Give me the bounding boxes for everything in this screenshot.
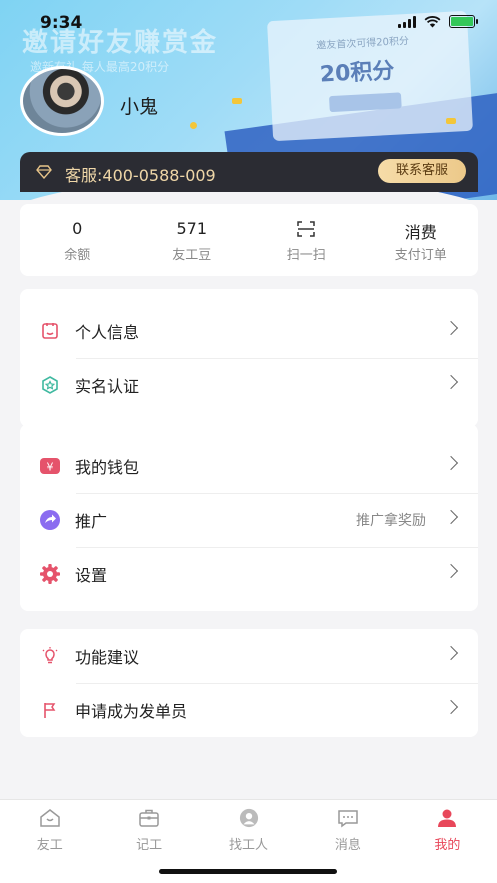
menu-group-account: 个人信息 实名认证: [20, 289, 478, 427]
chevron-right-icon: [443, 699, 459, 715]
chevron-right-icon: [443, 645, 459, 661]
tab-mine[interactable]: 我的: [398, 800, 497, 883]
confetti-decoration: [232, 98, 242, 104]
scan-icon: [297, 221, 315, 237]
verified-icon: [38, 373, 62, 397]
stat-balance[interactable]: 0 余额: [20, 204, 135, 276]
id-card-icon: [38, 319, 62, 343]
customer-service-bar: 客服:400-0588-009 联系客服: [20, 152, 478, 192]
signal-icon: [398, 15, 416, 28]
stat-label: 余额: [64, 248, 91, 263]
chevron-right-icon: [443, 455, 459, 471]
menu-item-real-name-auth[interactable]: 实名认证: [20, 358, 478, 412]
home-indicator: [159, 869, 337, 874]
confetti-decoration: [446, 118, 456, 124]
menu-item-label: 推广: [75, 512, 108, 531]
tab-label: 找工人: [229, 838, 269, 853]
username[interactable]: 小鬼: [120, 92, 158, 119]
share-icon: [38, 508, 62, 532]
profile-icon: [438, 809, 457, 827]
tab-label: 记工: [136, 838, 163, 853]
chevron-right-icon: [443, 320, 459, 336]
confetti-decoration: [190, 122, 197, 129]
chevron-right-icon: [443, 563, 459, 579]
stat-value: 571: [176, 219, 208, 238]
menu-item-wallet[interactable]: ¥ 我的钱包: [20, 439, 478, 493]
stat-label: 友工豆: [172, 248, 212, 263]
status-bar: 9:34: [0, 0, 497, 44]
chevron-right-icon: [443, 374, 459, 390]
stat-icon-wrap: [249, 219, 364, 241]
stats-card: 0 余额 571 友工豆 扫一扫 消费 支付订单: [20, 204, 478, 276]
stat-label: 扫一扫: [286, 248, 326, 263]
svg-text:¥: ¥: [47, 461, 54, 474]
promo-card-button: [328, 92, 402, 113]
menu-item-promotion[interactable]: 推广 推广拿奖励: [20, 493, 478, 547]
menu-item-label: 个人信息: [75, 323, 140, 342]
briefcase-icon: [139, 809, 159, 827]
menu-item-personal-info[interactable]: 个人信息: [20, 304, 478, 358]
menu-item-label: 功能建议: [75, 648, 140, 667]
tab-label: 消息: [334, 838, 361, 853]
worker-icon: [239, 808, 258, 828]
stat-orders[interactable]: 消费 支付订单: [364, 204, 479, 276]
menu-item-label: 实名认证: [75, 377, 140, 396]
message-icon: [338, 810, 358, 828]
tab-label: 我的: [434, 838, 461, 853]
gear-icon: [38, 562, 62, 586]
chevron-right-icon: [443, 509, 459, 525]
menu-group-feedback: 功能建议 申请成为发单员: [20, 629, 478, 737]
stat-value: 0: [72, 219, 83, 238]
promo-card-points: 20积分: [319, 58, 396, 88]
status-icons: [398, 15, 478, 28]
menu-item-apply-dispatcher[interactable]: 申请成为发单员: [20, 683, 478, 737]
flag-icon: [38, 698, 62, 722]
wifi-icon: [424, 15, 441, 27]
stat-label: 支付订单: [394, 248, 447, 263]
menu-item-settings[interactable]: 设置: [20, 547, 478, 601]
diamond-icon: [36, 165, 52, 179]
avatar[interactable]: [20, 66, 104, 136]
battery-icon: [449, 15, 478, 28]
home-icon: [39, 809, 60, 827]
stat-value: 消费: [404, 223, 437, 242]
contact-service-button[interactable]: 联系客服: [378, 159, 466, 183]
customer-service-phone: 客服:400-0588-009: [65, 166, 216, 185]
stat-beans[interactable]: 571 友工豆: [135, 204, 250, 276]
menu-item-label: 我的钱包: [75, 458, 140, 477]
tab-label: 友工: [36, 838, 63, 853]
tab-home[interactable]: 友工: [0, 800, 99, 883]
stat-scan[interactable]: 扫一扫: [249, 204, 364, 276]
wallet-icon: ¥: [38, 454, 62, 478]
menu-item-label: 设置: [75, 566, 108, 585]
menu-item-suggestion[interactable]: 功能建议: [20, 629, 478, 683]
menu-item-label: 申请成为发单员: [75, 702, 188, 721]
promotion-hint: 推广拿奖励: [356, 513, 426, 529]
menu-group-wallet: ¥ 我的钱包 推广 推广拿奖励 设置: [20, 424, 478, 611]
status-time: 9:34: [40, 13, 83, 33]
lightbulb-icon: [38, 644, 62, 668]
